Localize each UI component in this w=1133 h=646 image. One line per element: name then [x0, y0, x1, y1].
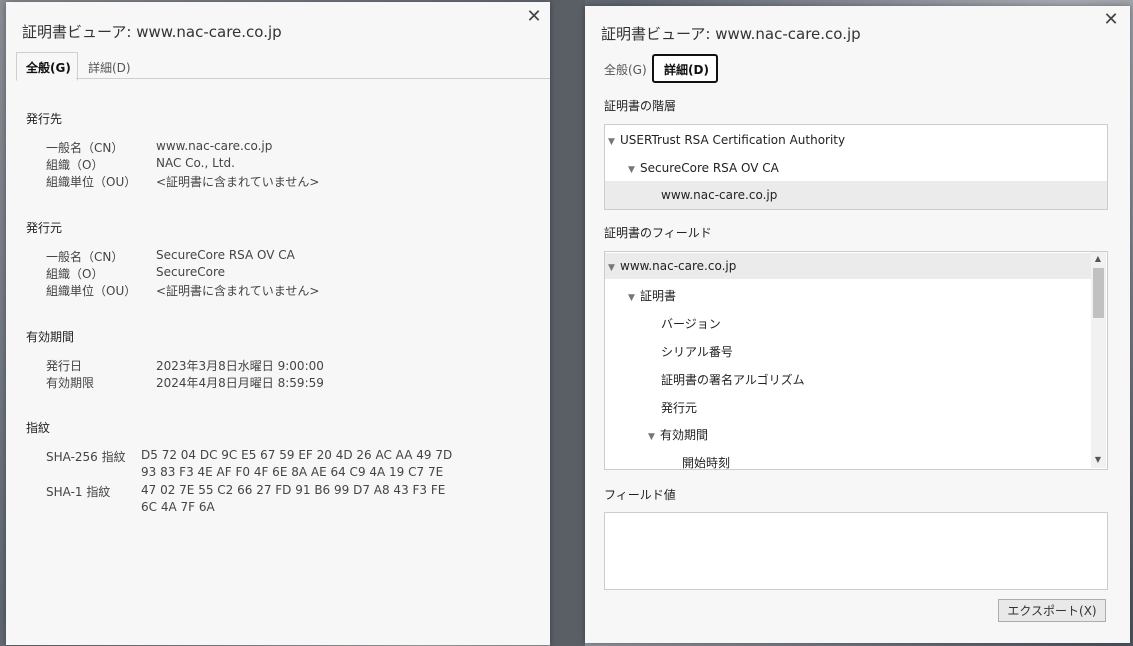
hierarchy-heading: 証明書の階層: [604, 99, 677, 113]
expires-on-label: 有効期限: [46, 376, 95, 390]
dialog-title: 証明書ビューア: www.nac-care.co.jp: [22, 23, 282, 41]
tab-details[interactable]: 詳細(D): [88, 59, 131, 76]
issued-to-o-label: 組織（O）: [46, 158, 104, 172]
field-item-version[interactable]: バージョン: [661, 315, 721, 332]
certificate-viewer-details-dialog: 証明書ビューア: www.nac-care.co.jp ✕ 全般(G) 詳細(D…: [585, 6, 1130, 643]
sha256-label: SHA-256 指紋: [46, 450, 126, 464]
hierarchy-item-label: SecureCore RSA OV CA: [640, 161, 779, 175]
fields-heading: 証明書のフィールド: [604, 226, 712, 240]
hierarchy-item-leaf[interactable]: www.nac-care.co.jp: [605, 181, 1107, 209]
expand-triangle-icon: ▼: [648, 432, 655, 442]
close-icon[interactable]: ✕: [525, 8, 543, 26]
hierarchy-item-root[interactable]: ▼ USERTrust RSA Certification Authority: [608, 133, 845, 147]
scroll-up-arrow-icon[interactable]: ▲: [1091, 254, 1105, 263]
expand-triangle-icon: ▼: [628, 293, 635, 303]
issued-on-label: 発行日: [46, 359, 83, 373]
tab-details[interactable]: 詳細(D): [664, 61, 709, 78]
tab-general[interactable]: 全般(G): [26, 59, 71, 76]
issued-to-ou-value: <証明書に含まれていません>: [156, 175, 320, 189]
expand-triangle-icon: ▼: [608, 137, 615, 147]
dialog-title: 証明書ビューア: www.nac-care.co.jp: [601, 25, 861, 43]
field-item-certificate[interactable]: ▼ 証明書: [628, 287, 676, 304]
field-item-issuer[interactable]: 発行元: [661, 399, 697, 416]
sha1-value-line1: 47 02 7E 55 C2 66 27 FD 91 B6 99 D7 A8 4…: [141, 483, 446, 497]
export-button[interactable]: エクスポート(X): [998, 599, 1106, 622]
sha1-label: SHA-1 指紋: [46, 485, 111, 499]
issued-by-o-value: SecureCore: [156, 265, 226, 279]
issued-by-ou-label: 組織単位（OU）: [46, 284, 137, 298]
scroll-down-arrow-icon[interactable]: ▼: [1091, 455, 1105, 464]
field-item-label: www.nac-care.co.jp: [620, 259, 737, 273]
issued-by-o-label: 組織（O）: [46, 267, 104, 281]
field-item-root[interactable]: ▼ www.nac-care.co.jp: [605, 253, 1091, 279]
issued-on-value: 2023年3月8日水曜日 9:00:00: [156, 359, 324, 373]
issued-by-cn-value: SecureCore RSA OV CA: [156, 248, 295, 262]
field-item-signature-algorithm[interactable]: 証明書の署名アルゴリズム: [661, 371, 805, 388]
tab-general[interactable]: 全般(G): [604, 61, 647, 78]
issued-by-cn-label: 一般名（CN）: [46, 250, 124, 264]
field-item-not-before[interactable]: 開始時刻: [682, 454, 730, 471]
issued-to-ou-label: 組織単位（OU）: [46, 175, 137, 189]
fields-tree: ▼ www.nac-care.co.jp ▼ 証明書 バージョン シリアル番号 証明…: [604, 251, 1108, 470]
hierarchy-item-label: USERTrust RSA Certification Authority: [620, 133, 846, 147]
field-value-box[interactable]: [604, 512, 1108, 590]
hierarchy-tree: ▼ USERTrust RSA Certification Authority ▼…: [604, 124, 1108, 210]
section-issued-by-heading: 発行元: [26, 221, 63, 235]
issued-by-ou-value: <証明書に含まれていません>: [156, 284, 320, 298]
field-value-heading: フィールド値: [604, 488, 676, 502]
expires-on-value: 2024年4月8日月曜日 8:59:59: [156, 376, 324, 390]
field-item-label: 証明書: [640, 289, 677, 303]
hierarchy-item-intermediate[interactable]: ▼ SecureCore RSA OV CA: [628, 161, 779, 175]
tab-divider: [76, 78, 550, 79]
field-item-validity[interactable]: ▼ 有効期間: [648, 426, 708, 443]
issued-to-cn-label: 一般名（CN）: [46, 141, 124, 155]
scroll-thumb[interactable]: [1093, 268, 1104, 318]
sha1-value-line2: 6C 4A 7F 6A: [141, 500, 215, 514]
field-item-serial[interactable]: シリアル番号: [661, 343, 733, 360]
background-strip: [550, 0, 585, 646]
sha256-value-line2: 93 83 F3 4E AF F0 4F 6E 8A AE 64 C9 4A 1…: [141, 465, 444, 479]
field-item-label: 有効期間: [660, 428, 709, 442]
sha256-value-line1: D5 72 04 DC 9C E5 67 59 EF 20 4D 26 AC A…: [141, 448, 453, 462]
section-issued-to-heading: 発行先: [26, 112, 63, 126]
issued-to-cn-value: www.nac-care.co.jp: [156, 139, 273, 153]
section-fingerprints-heading: 指紋: [26, 421, 51, 435]
fields-scrollbar[interactable]: ▲ ▼: [1091, 252, 1106, 468]
section-validity-heading: 有効期間: [26, 330, 75, 344]
certificate-viewer-general-dialog: 証明書ビューア: www.nac-care.co.jp ✕ 全般(G) 詳細(D…: [6, 2, 550, 645]
expand-triangle-icon: ▼: [608, 263, 615, 273]
issued-to-o-value: NAC Co., Ltd.: [156, 156, 235, 170]
expand-triangle-icon: ▼: [628, 165, 635, 175]
close-icon[interactable]: ✕: [1102, 11, 1120, 29]
